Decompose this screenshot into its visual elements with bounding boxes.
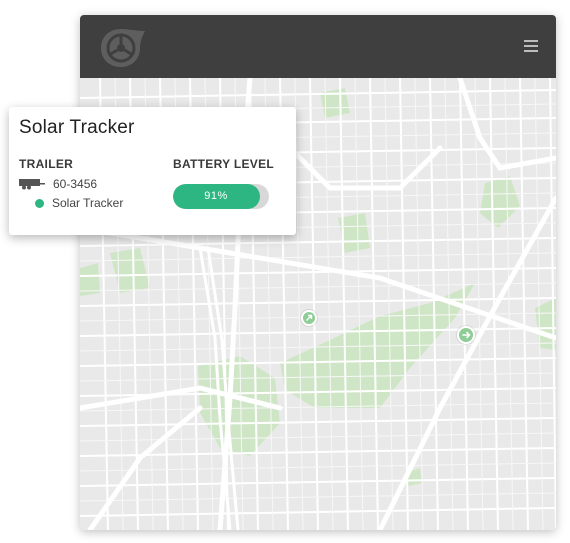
battery-level-bar: 91% xyxy=(173,184,269,209)
map-marker-icon[interactable] xyxy=(301,310,317,326)
card-title: Solar Tracker xyxy=(19,117,135,138)
tracker-info-card[interactable]: Solar Tracker TRAILER BATTERY LEVEL 60-3… xyxy=(9,107,296,235)
hamburger-menu-icon[interactable] xyxy=(524,40,538,52)
trailer-label: TRAILER xyxy=(19,157,74,171)
trailer-row[interactable]: 60-3456 xyxy=(19,177,97,191)
battery-level-label: BATTERY LEVEL xyxy=(173,157,275,171)
brand-logo-icon[interactable] xyxy=(99,27,147,69)
trailer-id: 60-3456 xyxy=(53,177,98,191)
menu-bar xyxy=(524,50,538,52)
battery-level-text: 91% xyxy=(204,190,228,202)
status-dot-icon xyxy=(35,198,44,208)
top-bar xyxy=(80,15,556,78)
app-window xyxy=(80,15,556,530)
map-marker-icon[interactable] xyxy=(457,326,475,344)
menu-bar xyxy=(524,45,538,47)
trailer-icon xyxy=(19,179,45,190)
device-name: Solar Tracker xyxy=(52,196,124,210)
menu-bar xyxy=(524,40,538,42)
device-row[interactable]: Solar Tracker xyxy=(35,196,123,210)
